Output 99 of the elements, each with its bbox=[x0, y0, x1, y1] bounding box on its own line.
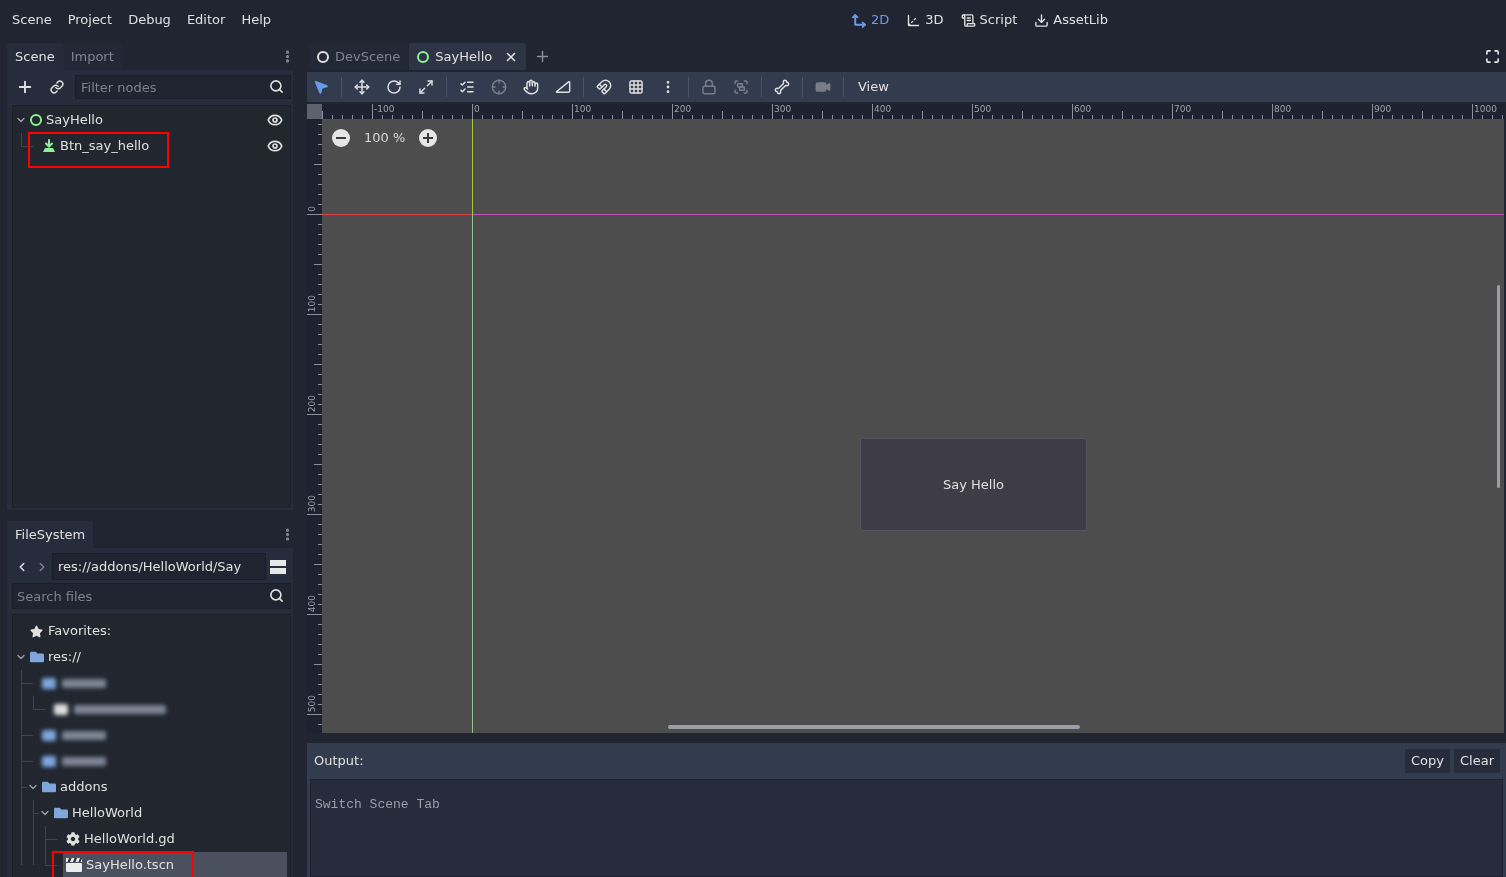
ruler-label: 400 bbox=[874, 104, 892, 114]
ruler-triangle-icon bbox=[555, 79, 571, 95]
axes-3d-icon bbox=[906, 12, 922, 28]
crosshair-icon bbox=[491, 79, 507, 95]
grid-icon bbox=[628, 79, 644, 95]
workspace-tab[interactable]: 3D bbox=[904, 6, 946, 34]
favorites-item[interactable]: Favorites: bbox=[27, 621, 112, 641]
blurred-folder-icon bbox=[42, 677, 56, 689]
zoom-level: 100 % bbox=[364, 129, 406, 147]
clapperboard-icon bbox=[66, 858, 82, 872]
diagonal-arrows-icon bbox=[418, 79, 434, 95]
pointer-icon bbox=[313, 79, 329, 95]
dock-tab[interactable]: Import bbox=[62, 43, 122, 70]
folder-icon bbox=[54, 806, 68, 820]
menu-item[interactable]: Scene bbox=[4, 6, 60, 34]
lock-icon bbox=[701, 79, 717, 95]
rotate-icon bbox=[386, 79, 402, 95]
ruler-label: 500 bbox=[974, 104, 992, 114]
scene-tree-item[interactable]: SayHello bbox=[27, 107, 283, 133]
search-field[interactable]: Search files bbox=[12, 583, 291, 609]
ruler-corner bbox=[307, 104, 322, 119]
filter-field[interactable]: Filter nodes bbox=[75, 75, 291, 99]
log-line: Switch Scene Tab bbox=[315, 797, 441, 813]
zoom-in-button[interactable] bbox=[419, 128, 438, 147]
dock-tab[interactable]: Scene bbox=[7, 43, 63, 70]
blurred-label bbox=[62, 678, 106, 688]
folder-icon bbox=[42, 780, 56, 794]
chain-link-icon bbox=[50, 80, 64, 94]
zoom-out-button[interactable] bbox=[332, 128, 350, 147]
bone-icon bbox=[774, 79, 790, 95]
vertical-scrollbar[interactable] bbox=[1497, 285, 1500, 488]
ruler-label: 400 bbox=[307, 594, 317, 612]
blurred-file-icon bbox=[54, 703, 68, 715]
ring-icon bbox=[30, 114, 42, 126]
star-icon bbox=[30, 624, 43, 638]
search-icon bbox=[269, 79, 284, 94]
file-tree-item[interactable]: HelloWorld.gd bbox=[63, 826, 287, 852]
blurred-folder-icon bbox=[42, 755, 56, 767]
eye-icon[interactable] bbox=[267, 138, 283, 154]
output-button[interactable]: Clear bbox=[1454, 749, 1500, 773]
ruler-label: 100 bbox=[574, 104, 592, 114]
search-icon bbox=[269, 588, 284, 603]
document-tab[interactable]: SayHello bbox=[409, 43, 527, 70]
blurred-label bbox=[62, 730, 106, 740]
blurred-label bbox=[62, 756, 106, 766]
scroll-icon bbox=[960, 12, 976, 28]
file-tree-item[interactable]: HelloWorld bbox=[51, 800, 287, 826]
list-checks-icon bbox=[459, 79, 475, 95]
menu-item[interactable]: Help bbox=[233, 6, 279, 34]
axes-icon bbox=[852, 12, 867, 28]
press-button-icon bbox=[42, 139, 56, 153]
folder-icon bbox=[30, 650, 44, 664]
plus-icon bbox=[423, 132, 434, 143]
ruler-label: -100 bbox=[374, 104, 395, 114]
document-tab[interactable]: DevScene bbox=[309, 43, 409, 70]
horizontal-scrollbar[interactable] bbox=[668, 725, 1080, 729]
ruler-label: 500 bbox=[307, 694, 317, 712]
ruler-label: 200 bbox=[674, 104, 692, 114]
ruler-label: 100 bbox=[307, 294, 317, 312]
ruler-label: 700 bbox=[1174, 104, 1192, 114]
view-menu[interactable]: View bbox=[850, 73, 897, 101]
ruler-label: 0 bbox=[307, 206, 317, 212]
group-icon bbox=[733, 79, 749, 95]
file-tree-item[interactable]: addons bbox=[39, 774, 287, 800]
ruler-label: 600 bbox=[1074, 104, 1092, 114]
ruler-label: 800 bbox=[1274, 104, 1292, 114]
plus-icon bbox=[16, 78, 34, 96]
ring-icon bbox=[417, 50, 430, 63]
two-bars-icon bbox=[270, 558, 286, 575]
ring-icon bbox=[317, 50, 329, 63]
blurred-folder-icon bbox=[42, 729, 56, 741]
scene-tree-item[interactable]: Btn_say_hello bbox=[39, 133, 283, 159]
move-arrows-icon bbox=[354, 79, 370, 95]
gear-icon bbox=[66, 832, 80, 846]
hand-icon bbox=[523, 79, 539, 95]
ruler-label: 300 bbox=[774, 104, 792, 114]
download-icon bbox=[1034, 12, 1050, 28]
path-field[interactable]: res://addons/HelloWorld/Say bbox=[52, 553, 266, 580]
ruler-label: 1000 bbox=[1474, 104, 1497, 114]
eye-icon[interactable] bbox=[267, 112, 283, 128]
workspace-tab[interactable]: Script bbox=[958, 6, 1020, 34]
workspace-tab[interactable]: 2D bbox=[850, 6, 892, 34]
menu-item[interactable]: Debug bbox=[120, 6, 179, 34]
dock-tab[interactable]: FileSystem bbox=[7, 521, 94, 548]
canvas-button[interactable]: Say Hello bbox=[860, 438, 1087, 531]
output-button[interactable]: Copy bbox=[1405, 749, 1450, 773]
ruler-label: 200 bbox=[307, 394, 317, 412]
menu-item[interactable]: Editor bbox=[178, 6, 234, 34]
output-title: Output: bbox=[313, 752, 364, 771]
file-tree-item[interactable]: res:// bbox=[27, 644, 287, 670]
video-camera-icon bbox=[815, 79, 831, 95]
magnet-icon bbox=[596, 79, 612, 95]
menu-item[interactable]: Project bbox=[59, 6, 121, 34]
fullscreen-icon bbox=[1485, 49, 1500, 64]
ruler-label: 0 bbox=[474, 104, 480, 114]
workspace-tab[interactable]: AssetLib bbox=[1032, 6, 1110, 34]
ruler-label: 300 bbox=[307, 494, 317, 512]
minus-icon bbox=[336, 136, 346, 139]
ruler-label: 900 bbox=[1374, 104, 1392, 114]
